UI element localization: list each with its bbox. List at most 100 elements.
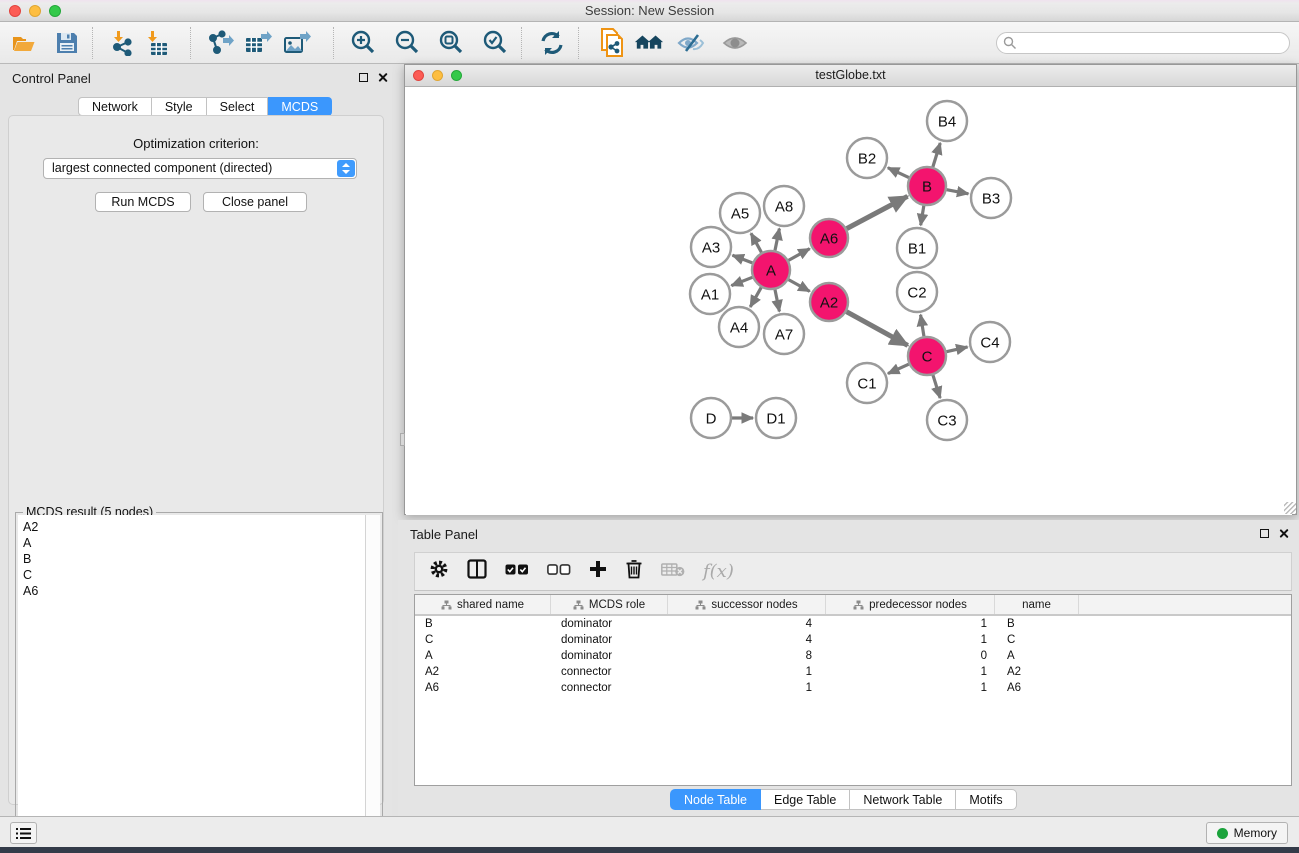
tab-network[interactable]: Network xyxy=(78,97,152,116)
graph-edge-A6-B[interactable] xyxy=(847,196,908,228)
refresh-button[interactable] xyxy=(537,28,567,58)
graph-edge-A-A2[interactable] xyxy=(789,280,810,292)
zoom-selected-button[interactable] xyxy=(480,28,510,58)
zoom-window-button[interactable] xyxy=(49,5,61,17)
select-all-columns-button[interactable] xyxy=(505,563,529,581)
column-layout-button[interactable] xyxy=(467,559,487,584)
graph-node-B1[interactable]: B1 xyxy=(897,228,937,268)
tab-network-table[interactable]: Network Table xyxy=(850,789,956,810)
graph-node-A2[interactable]: A2 xyxy=(810,283,848,321)
graph-node-C4[interactable]: C4 xyxy=(970,322,1010,362)
criterion-dropdown[interactable]: largest connected component (directed) xyxy=(43,158,357,179)
minimize-network-button[interactable] xyxy=(432,70,443,81)
graph-node-C[interactable]: C xyxy=(908,337,946,375)
export-network-button[interactable] xyxy=(205,28,235,58)
create-column-button[interactable] xyxy=(589,560,607,583)
mcds-result-item[interactable]: A6 xyxy=(23,583,365,599)
tab-select[interactable]: Select xyxy=(207,97,269,116)
table-row[interactable]: A2connector11A2 xyxy=(415,664,1291,680)
graph-node-B2[interactable]: B2 xyxy=(847,138,887,178)
graph-edge-A-A6[interactable] xyxy=(789,249,810,261)
mcds-result-item[interactable]: C xyxy=(23,567,365,583)
graph-edge-A-A8[interactable] xyxy=(775,229,779,251)
network-window-titlebar[interactable]: testGlobe.txt xyxy=(405,65,1296,87)
zoom-in-button[interactable] xyxy=(348,28,378,58)
import-table-button[interactable] xyxy=(141,28,171,58)
graph-edge-A-A1[interactable] xyxy=(731,277,752,285)
graph-node-A5[interactable]: A5 xyxy=(720,193,760,233)
save-session-button[interactable] xyxy=(52,28,82,58)
table-settings-button[interactable] xyxy=(429,559,449,584)
graph-edge-B-B4[interactable] xyxy=(933,143,940,167)
graph-edge-C-C2[interactable] xyxy=(921,315,924,337)
run-mcds-button[interactable]: Run MCDS xyxy=(95,192,191,212)
graph-node-A3[interactable]: A3 xyxy=(691,227,731,267)
graph-node-C1[interactable]: C1 xyxy=(847,363,887,403)
graph-node-A7[interactable]: A7 xyxy=(764,314,804,354)
graph-node-C2[interactable]: C2 xyxy=(897,272,937,312)
graph-edge-A-A4[interactable] xyxy=(750,287,761,307)
delete-table-button[interactable] xyxy=(661,562,685,582)
table-row[interactable]: Cdominator41C xyxy=(415,632,1291,648)
table-row[interactable]: Adominator80A xyxy=(415,648,1291,664)
table-row[interactable]: A6connector11A6 xyxy=(415,680,1291,696)
export-table-button[interactable] xyxy=(243,28,273,58)
graph-edge-A-A7[interactable] xyxy=(775,290,779,312)
graph-node-C3[interactable]: C3 xyxy=(927,400,967,440)
show-all-button[interactable] xyxy=(720,28,750,58)
graph-node-A1[interactable]: A1 xyxy=(690,274,730,314)
float-table-panel-icon[interactable] xyxy=(1260,529,1269,538)
graph-node-D1[interactable]: D1 xyxy=(756,398,796,438)
close-panel-button[interactable]: Close panel xyxy=(203,192,307,212)
memory-button[interactable]: Memory xyxy=(1206,822,1288,844)
mcds-result-item[interactable]: B xyxy=(23,551,365,567)
graph-edge-B-B2[interactable] xyxy=(888,168,909,178)
graph-edge-A2-C[interactable] xyxy=(847,312,908,346)
graph-edge-B-B3[interactable] xyxy=(947,190,969,194)
graph-edge-B-B1[interactable] xyxy=(921,206,924,226)
delete-columns-button[interactable] xyxy=(625,559,643,584)
window-resize-handle[interactable] xyxy=(400,433,405,446)
graph-node-A4[interactable]: A4 xyxy=(719,307,759,347)
graph-edge-C-C1[interactable] xyxy=(888,364,909,373)
column-header-name[interactable]: name xyxy=(995,595,1079,614)
tab-mcds[interactable]: MCDS xyxy=(268,97,332,116)
open-session-button[interactable] xyxy=(9,28,39,58)
search-input[interactable] xyxy=(996,32,1290,54)
graph-edge-C-C3[interactable] xyxy=(933,375,940,398)
graph-node-D[interactable]: D xyxy=(691,398,731,438)
close-panel-icon[interactable] xyxy=(377,72,388,83)
graph-node-B4[interactable]: B4 xyxy=(927,101,967,141)
zoom-out-button[interactable] xyxy=(392,28,422,58)
close-table-panel-icon[interactable] xyxy=(1278,528,1289,539)
new-network-from-selection-button[interactable] xyxy=(598,28,628,58)
float-panel-icon[interactable] xyxy=(359,73,368,82)
graph-edge-A-A3[interactable] xyxy=(732,255,752,263)
graph-edge-A-A5[interactable] xyxy=(751,233,761,252)
zoom-fit-button[interactable] xyxy=(436,28,466,58)
graph-node-B3[interactable]: B3 xyxy=(971,178,1011,218)
tab-edge-table[interactable]: Edge Table xyxy=(761,789,850,810)
network-canvas[interactable]: B4B2BB3B1A5A8A6A3AA1A2C2A4A7C4CC1C3DD1 xyxy=(406,87,1292,515)
tab-style[interactable]: Style xyxy=(152,97,207,116)
graph-node-A6[interactable]: A6 xyxy=(810,219,848,257)
column-header-predecessor-nodes[interactable]: predecessor nodes xyxy=(826,595,995,614)
first-neighbors-button[interactable] xyxy=(634,28,664,58)
tab-motifs[interactable]: Motifs xyxy=(956,789,1016,810)
deselect-all-columns-button[interactable] xyxy=(547,563,571,581)
function-builder-button[interactable]: f(x) xyxy=(703,561,734,582)
hide-selected-button[interactable] xyxy=(676,28,706,58)
column-header-mcds-role[interactable]: MCDS role xyxy=(551,595,668,614)
graph-node-B[interactable]: B xyxy=(908,167,946,205)
table-row[interactable]: Bdominator41B xyxy=(415,616,1291,632)
mcds-result-item[interactable]: A2 xyxy=(23,519,365,535)
maximize-network-button[interactable] xyxy=(451,70,462,81)
mcds-result-item[interactable]: A xyxy=(23,535,365,551)
close-network-button[interactable] xyxy=(413,70,424,81)
column-header-shared-name[interactable]: shared name xyxy=(415,595,551,614)
import-network-button[interactable] xyxy=(107,28,137,58)
window-resize-grip[interactable] xyxy=(1284,502,1296,514)
export-image-button[interactable] xyxy=(282,28,312,58)
column-header-successor-nodes[interactable]: successor nodes xyxy=(668,595,826,614)
task-history-button[interactable] xyxy=(10,822,37,844)
